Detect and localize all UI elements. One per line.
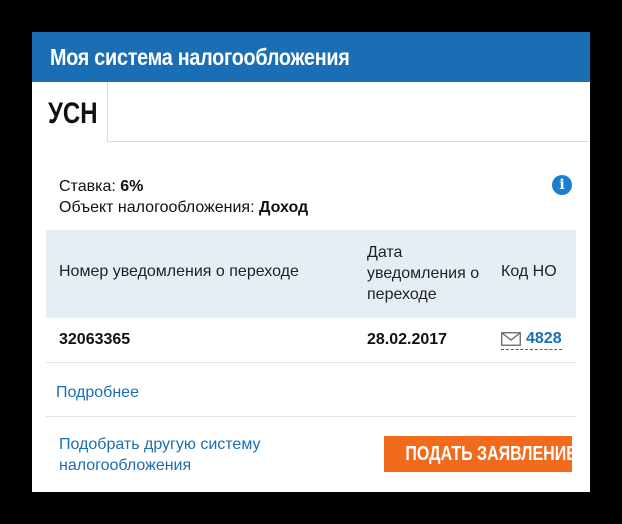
object-value: Доход xyxy=(258,199,309,216)
tax-system-tabs: УСН xyxy=(32,82,590,143)
rate-line: Ставка: 6% xyxy=(59,176,308,197)
cell-notice-date: 28.02.2017 xyxy=(367,331,448,348)
widget-title: Моя система налогообложения xyxy=(50,44,350,70)
transition-notice-table: Номер уведомления о переходе Дата уведом… xyxy=(46,230,576,363)
widget-header: Моя система налогообложения xyxy=(32,32,590,82)
divider xyxy=(46,416,576,417)
rate-label: Ставка: xyxy=(59,178,116,195)
submit-application-label: ПОДАТЬ ЗАЯВЛЕНИЕ xyxy=(405,443,572,465)
info-icon[interactable]: i xyxy=(552,175,572,195)
tax-system-widget: Моя система налогообложения УСН Ставка: … xyxy=(32,32,590,492)
object-label: Объект налогообложения: xyxy=(59,199,255,216)
table-header: Номер уведомления о переходе Дата уведом… xyxy=(46,230,576,318)
rate-value: 6% xyxy=(120,178,144,195)
cell-notice-number: 32063365 xyxy=(59,331,131,348)
choose-other-system-link[interactable]: Подобрать другую систему налогообложения xyxy=(59,434,319,476)
submit-application-button[interactable]: ПОДАТЬ ЗАЯВЛЕНИЕ xyxy=(384,436,572,472)
tab-usn[interactable]: УСН xyxy=(32,82,107,143)
tax-office-code-link[interactable]: 4828 xyxy=(501,330,562,350)
mail-icon xyxy=(501,332,521,346)
tax-info: Ставка: 6% Объект налогообложения: Доход xyxy=(59,176,308,218)
object-line: Объект налогообложения: Доход xyxy=(59,197,308,218)
tab-usn-label: УСН xyxy=(48,97,98,130)
table-row: 32063365 28.02.2017 4828 xyxy=(46,318,576,363)
tax-office-code-value: 4828 xyxy=(526,330,562,347)
header-notice-date: Дата уведомления о переходе xyxy=(367,244,480,303)
header-notice-number: Номер уведомления о переходе xyxy=(59,263,299,280)
tab-strip-empty xyxy=(107,82,590,142)
more-details-link[interactable]: Подробнее xyxy=(56,384,139,402)
header-tax-office-code: Код НО xyxy=(501,263,557,280)
